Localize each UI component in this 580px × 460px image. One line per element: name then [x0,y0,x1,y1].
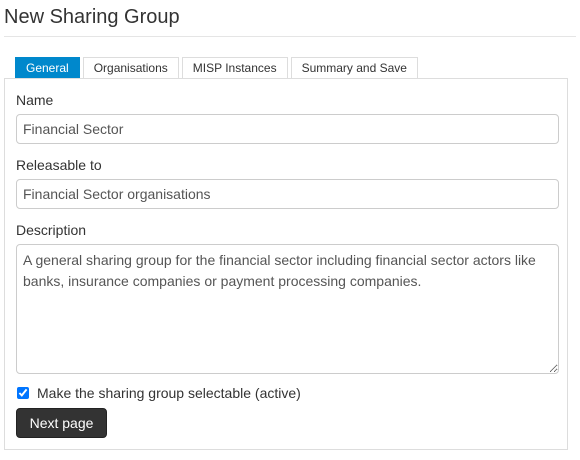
title-divider [4,36,576,37]
description-label: Description [16,222,87,238]
releasable-to-input[interactable] [16,179,559,209]
active-checkbox-row: Make the sharing group selectable (activ… [16,385,301,401]
next-page-button[interactable]: Next page [16,408,107,438]
active-checkbox[interactable] [17,387,29,399]
active-checkbox-label[interactable]: Make the sharing group selectable (activ… [37,385,301,401]
tab-organisations[interactable]: Organisations [82,57,179,78]
description-textarea[interactable]: A general sharing group for the financia… [16,244,559,374]
new-sharing-group-page: New Sharing Group General Organisations … [0,0,580,460]
page-title: New Sharing Group [4,6,180,28]
name-label: Name [16,92,54,108]
tab-misp-instances[interactable]: MISP Instances [181,57,288,78]
name-input[interactable] [16,114,559,144]
wizard-tabs: General Organisations MISP Instances Sum… [15,56,421,78]
general-tab-panel: Name Releasable to Description A general… [4,78,568,450]
tab-general[interactable]: General [15,57,80,78]
tab-summary-and-save[interactable]: Summary and Save [290,57,418,78]
releasable-to-label: Releasable to [16,157,102,173]
